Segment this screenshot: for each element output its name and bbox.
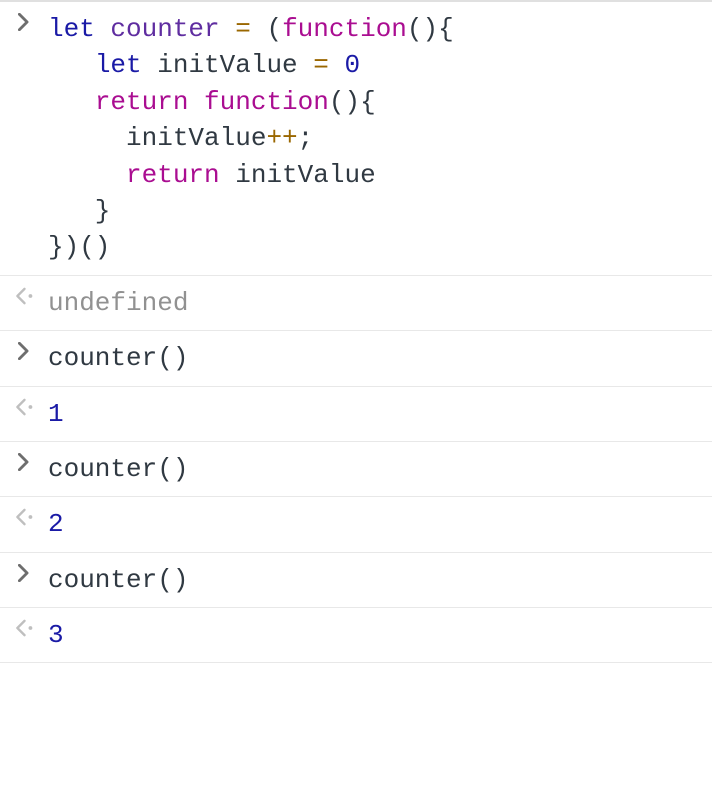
console-input-code: counter() <box>48 451 712 487</box>
input-prompt-icon <box>0 340 48 360</box>
output-result-icon <box>0 506 48 526</box>
console-input-row: counter() <box>0 330 712 385</box>
console-output-value: 3 <box>48 617 712 653</box>
console-input-row: counter() <box>0 552 712 607</box>
console-output-value: 2 <box>48 506 712 542</box>
console-output-row: 1 <box>0 386 712 441</box>
output-result-icon <box>0 396 48 416</box>
output-result-icon <box>0 617 48 637</box>
input-prompt-icon <box>0 451 48 471</box>
console-input-code: let counter = (function(){ let initValue… <box>48 11 712 266</box>
console-output-value: undefined <box>48 285 712 321</box>
console-input-code: counter() <box>48 562 712 598</box>
console-input-code: counter() <box>48 340 712 376</box>
console-output-row: undefined <box>0 275 712 330</box>
console-output-row: 2 <box>0 496 712 551</box>
console-output-value: 1 <box>48 396 712 432</box>
input-prompt-icon <box>0 11 48 31</box>
console-log: let counter = (function(){ let initValue… <box>0 0 712 663</box>
input-prompt-icon <box>0 562 48 582</box>
console-output-row: 3 <box>0 607 712 663</box>
console-input-row: counter() <box>0 441 712 496</box>
output-result-icon <box>0 285 48 305</box>
console-input-row: let counter = (function(){ let initValue… <box>0 0 712 275</box>
